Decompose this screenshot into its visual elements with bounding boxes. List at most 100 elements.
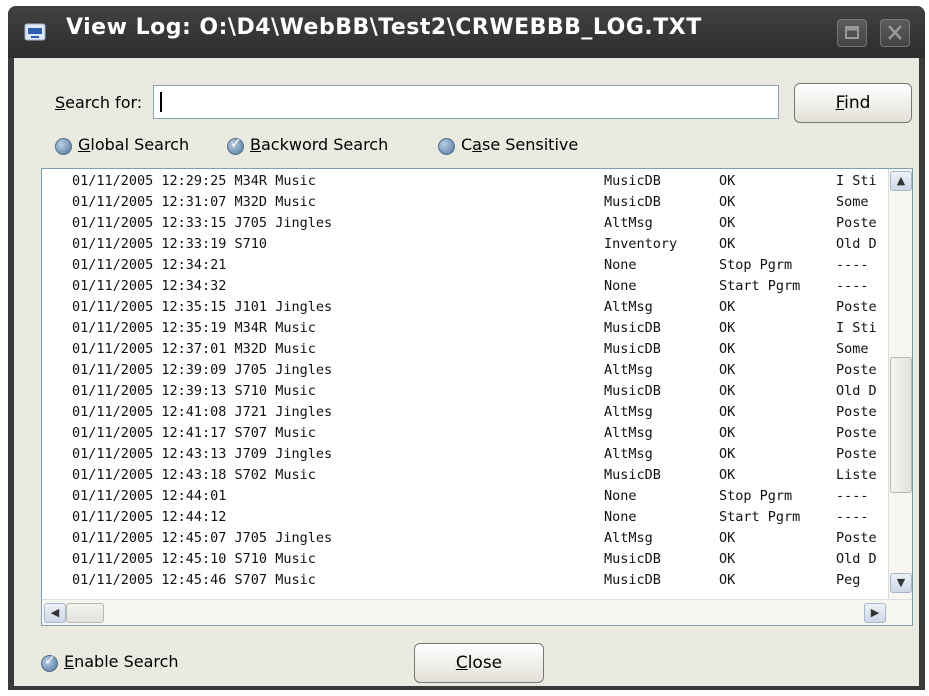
log-description: Poste <box>836 446 877 462</box>
log-source: AltMsg <box>604 425 653 441</box>
log-description: ---- <box>836 278 869 294</box>
log-status: OK <box>719 299 736 315</box>
log-datetime: 01/11/2005 12:37:01 M32D Music <box>72 341 316 357</box>
scroll-left-button[interactable]: ◀ <box>44 603 66 623</box>
log-source: MusicDB <box>604 341 661 357</box>
close-button[interactable]: Close <box>414 643 544 683</box>
close-window-button[interactable] <box>880 19 910 47</box>
log-datetime: 01/11/2005 12:34:21 <box>72 257 227 273</box>
log-datetime: 01/11/2005 12:29:25 M34R Music <box>72 173 316 189</box>
find-button[interactable]: Find <box>794 83 912 123</box>
log-description: Liste <box>836 467 877 483</box>
log-status: OK <box>719 320 736 336</box>
log-status: OK <box>719 215 736 231</box>
vertical-scroll-thumb[interactable] <box>890 357 912 493</box>
maximize-icon <box>845 26 859 39</box>
log-status: Stop Pgrm <box>719 488 793 504</box>
scroll-right-button[interactable]: ▶ <box>864 603 886 623</box>
case-sensitive-radio[interactable] <box>438 138 455 155</box>
log-datetime: 01/11/2005 12:45:07 J705 Jingles <box>72 530 333 546</box>
log-source: AltMsg <box>604 446 653 462</box>
maximize-button[interactable] <box>837 19 867 47</box>
log-status: Start Pgrm <box>719 509 801 525</box>
log-datetime: 01/11/2005 12:34:32 <box>72 278 227 294</box>
log-description: Old D <box>836 551 877 567</box>
vertical-scrollbar[interactable]: ▲ ▼ <box>888 169 912 599</box>
scroll-up-button[interactable]: ▲ <box>890 171 912 191</box>
backword-search-label[interactable]: Backword Search <box>250 135 388 154</box>
log-datetime: 01/11/2005 12:43:13 J709 Jingles <box>72 446 333 462</box>
log-datetime: 01/11/2005 12:45:46 S707 Music <box>72 572 316 588</box>
log-description: ---- <box>836 257 869 273</box>
search-input[interactable] <box>153 85 779 119</box>
log-datetime: 01/11/2005 12:35:15 J101 Jingles <box>72 299 333 315</box>
dialog-body: Search for: Find Global Search ✓ Backwor… <box>14 58 919 686</box>
log-description: Poste <box>836 530 877 546</box>
log-source: MusicDB <box>604 572 661 588</box>
log-source: MusicDB <box>604 551 661 567</box>
log-datetime: 01/11/2005 12:31:07 M32D Music <box>72 194 316 210</box>
log-status: Start Pgrm <box>719 278 801 294</box>
title-bar[interactable]: View Log: O:\D4\WebBB\Test2\CRWEBBB_LOG.… <box>8 6 925 58</box>
log-source: None <box>604 278 637 294</box>
log-status: OK <box>719 425 736 441</box>
log-description: Some <box>836 341 869 357</box>
log-status: OK <box>719 194 736 210</box>
log-source: MusicDB <box>604 194 661 210</box>
log-rows: 01/11/2005 12:29:25 M34R Music MusicDB OK I… <box>42 169 887 597</box>
view-log-window: View Log: O:\D4\WebBB\Test2\CRWEBBB_LOG.… <box>8 6 925 690</box>
log-source: MusicDB <box>604 173 661 189</box>
log-description: Poste <box>836 215 877 231</box>
log-source: AltMsg <box>604 299 653 315</box>
checkmark-icon: ✓ <box>44 653 56 669</box>
horizontal-scroll-thumb[interactable] <box>66 603 104 623</box>
log-source: MusicDB <box>604 467 661 483</box>
log-datetime: 01/11/2005 12:44:01 <box>72 488 227 504</box>
chevron-right-icon: ▶ <box>870 606 880 619</box>
log-datetime: 01/11/2005 12:35:19 M34R Music <box>72 320 316 336</box>
log-description: ---- <box>836 488 869 504</box>
global-search-label[interactable]: Global Search <box>78 135 189 154</box>
log-source: None <box>604 509 637 525</box>
log-status: OK <box>719 467 736 483</box>
case-sensitive-label[interactable]: Case Sensitive <box>461 135 578 154</box>
log-source: AltMsg <box>604 530 653 546</box>
log-datetime: 01/11/2005 12:43:18 S702 Music <box>72 467 316 483</box>
log-description: Peg <box>836 572 861 588</box>
log-description: Old D <box>836 383 877 399</box>
log-status: OK <box>719 446 736 462</box>
log-description: ---- <box>836 509 869 525</box>
log-description: Poste <box>836 362 877 378</box>
search-for-label: Search for: <box>55 93 143 112</box>
chevron-left-icon: ◀ <box>50 606 60 619</box>
log-source: None <box>604 488 637 504</box>
log-status: OK <box>719 383 736 399</box>
log-status: OK <box>719 341 736 357</box>
log-source: MusicDB <box>604 320 661 336</box>
log-datetime: 01/11/2005 12:39:13 S710 Music <box>72 383 316 399</box>
enable-search-checkbox[interactable]: ✓ <box>41 653 58 672</box>
log-status: Stop Pgrm <box>719 257 793 273</box>
log-source: AltMsg <box>604 362 653 378</box>
scroll-down-button[interactable]: ▼ <box>890 573 912 593</box>
horizontal-scrollbar[interactable]: ◀ ▶ <box>42 599 912 625</box>
enable-search-label[interactable]: Enable Search <box>64 652 179 671</box>
log-description: I Sti <box>836 173 877 189</box>
text-caret <box>160 92 162 112</box>
log-list[interactable]: 01/11/2005 12:29:25 M34R Music MusicDB OK I… <box>41 168 913 626</box>
global-search-radio[interactable] <box>55 138 72 155</box>
log-datetime: 01/11/2005 12:39:09 J705 Jingles <box>72 362 333 378</box>
close-icon <box>888 25 902 40</box>
log-description: Poste <box>836 425 877 441</box>
window-title: View Log: O:\D4\WebBB\Test2\CRWEBBB_LOG.… <box>66 15 702 40</box>
backword-search-radio[interactable]: ✓ <box>227 136 244 155</box>
log-status: OK <box>719 530 736 546</box>
log-status: OK <box>719 404 736 420</box>
chevron-down-icon: ▼ <box>896 576 906 589</box>
log-source: MusicDB <box>604 383 661 399</box>
log-datetime: 01/11/2005 12:45:10 S710 Music <box>72 551 316 567</box>
log-status: OK <box>719 362 736 378</box>
log-source: AltMsg <box>604 215 653 231</box>
log-description: Old D <box>836 236 877 252</box>
log-description: I Sti <box>836 320 877 336</box>
